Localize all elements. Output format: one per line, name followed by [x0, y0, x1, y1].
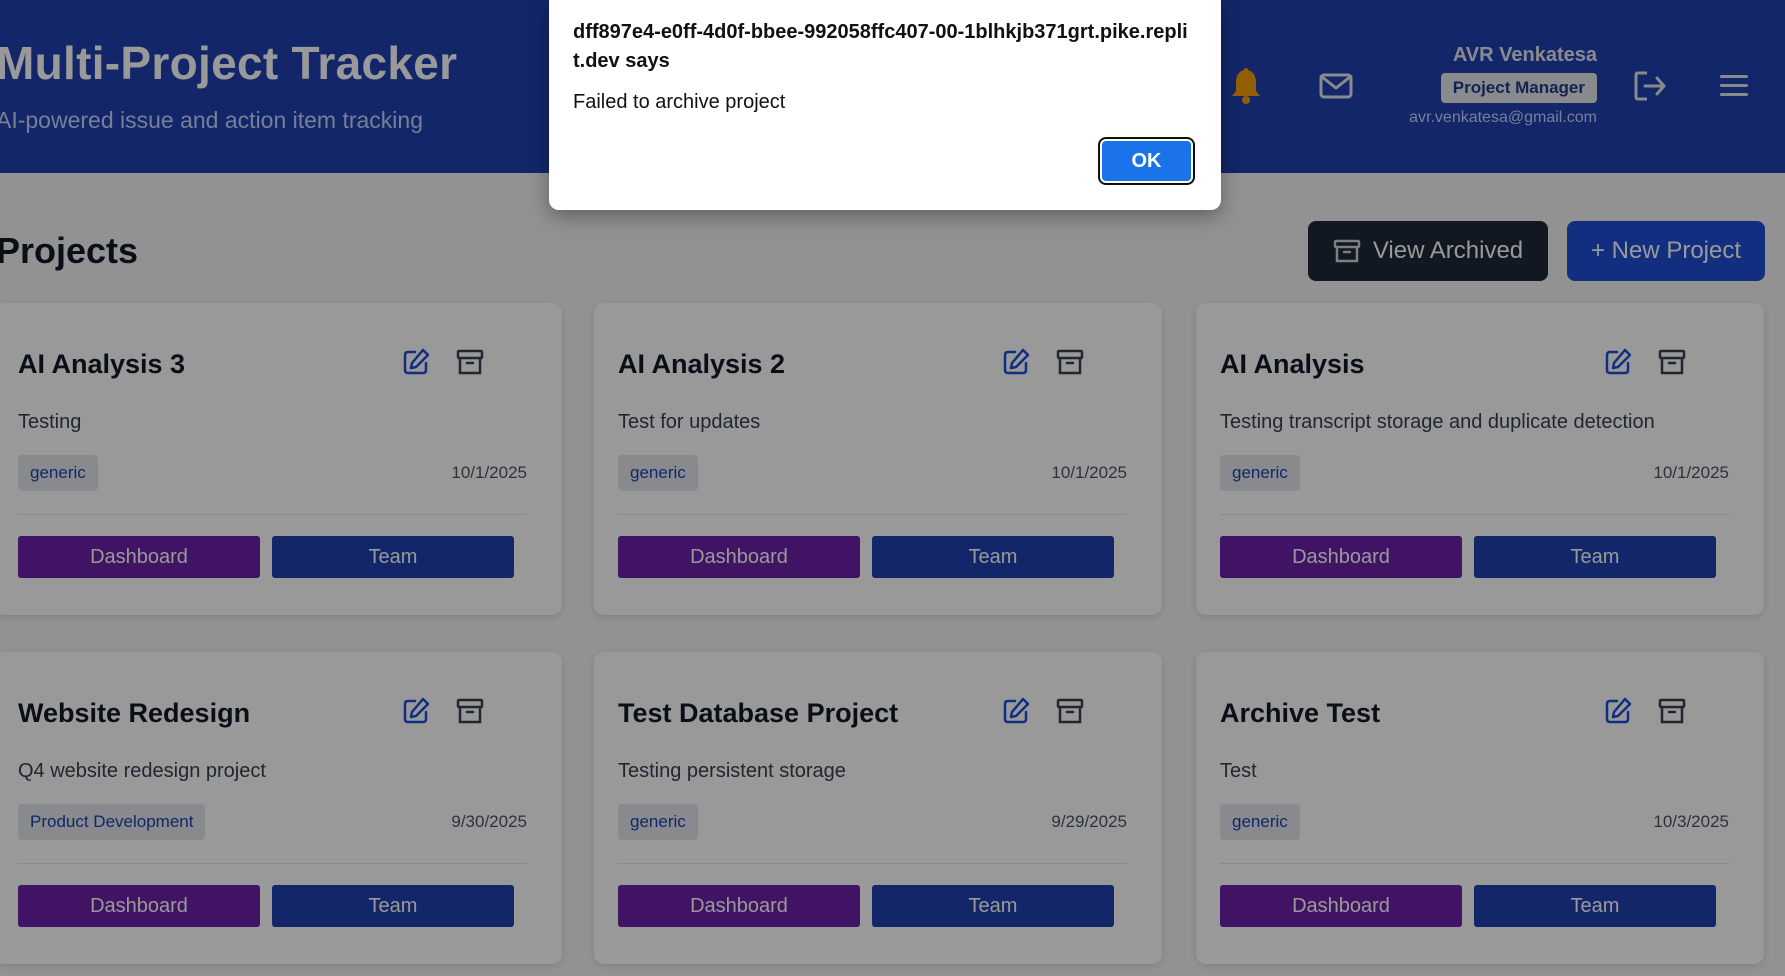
alert-dialog: dff897e4-e0ff-4d0f-bbee-992058ffc407-00-… — [549, 0, 1221, 210]
ok-button[interactable]: OK — [1102, 141, 1191, 181]
dialog-source: dff897e4-e0ff-4d0f-bbee-992058ffc407-00-… — [573, 21, 1188, 72]
dialog-message: Failed to archive project — [573, 91, 786, 113]
